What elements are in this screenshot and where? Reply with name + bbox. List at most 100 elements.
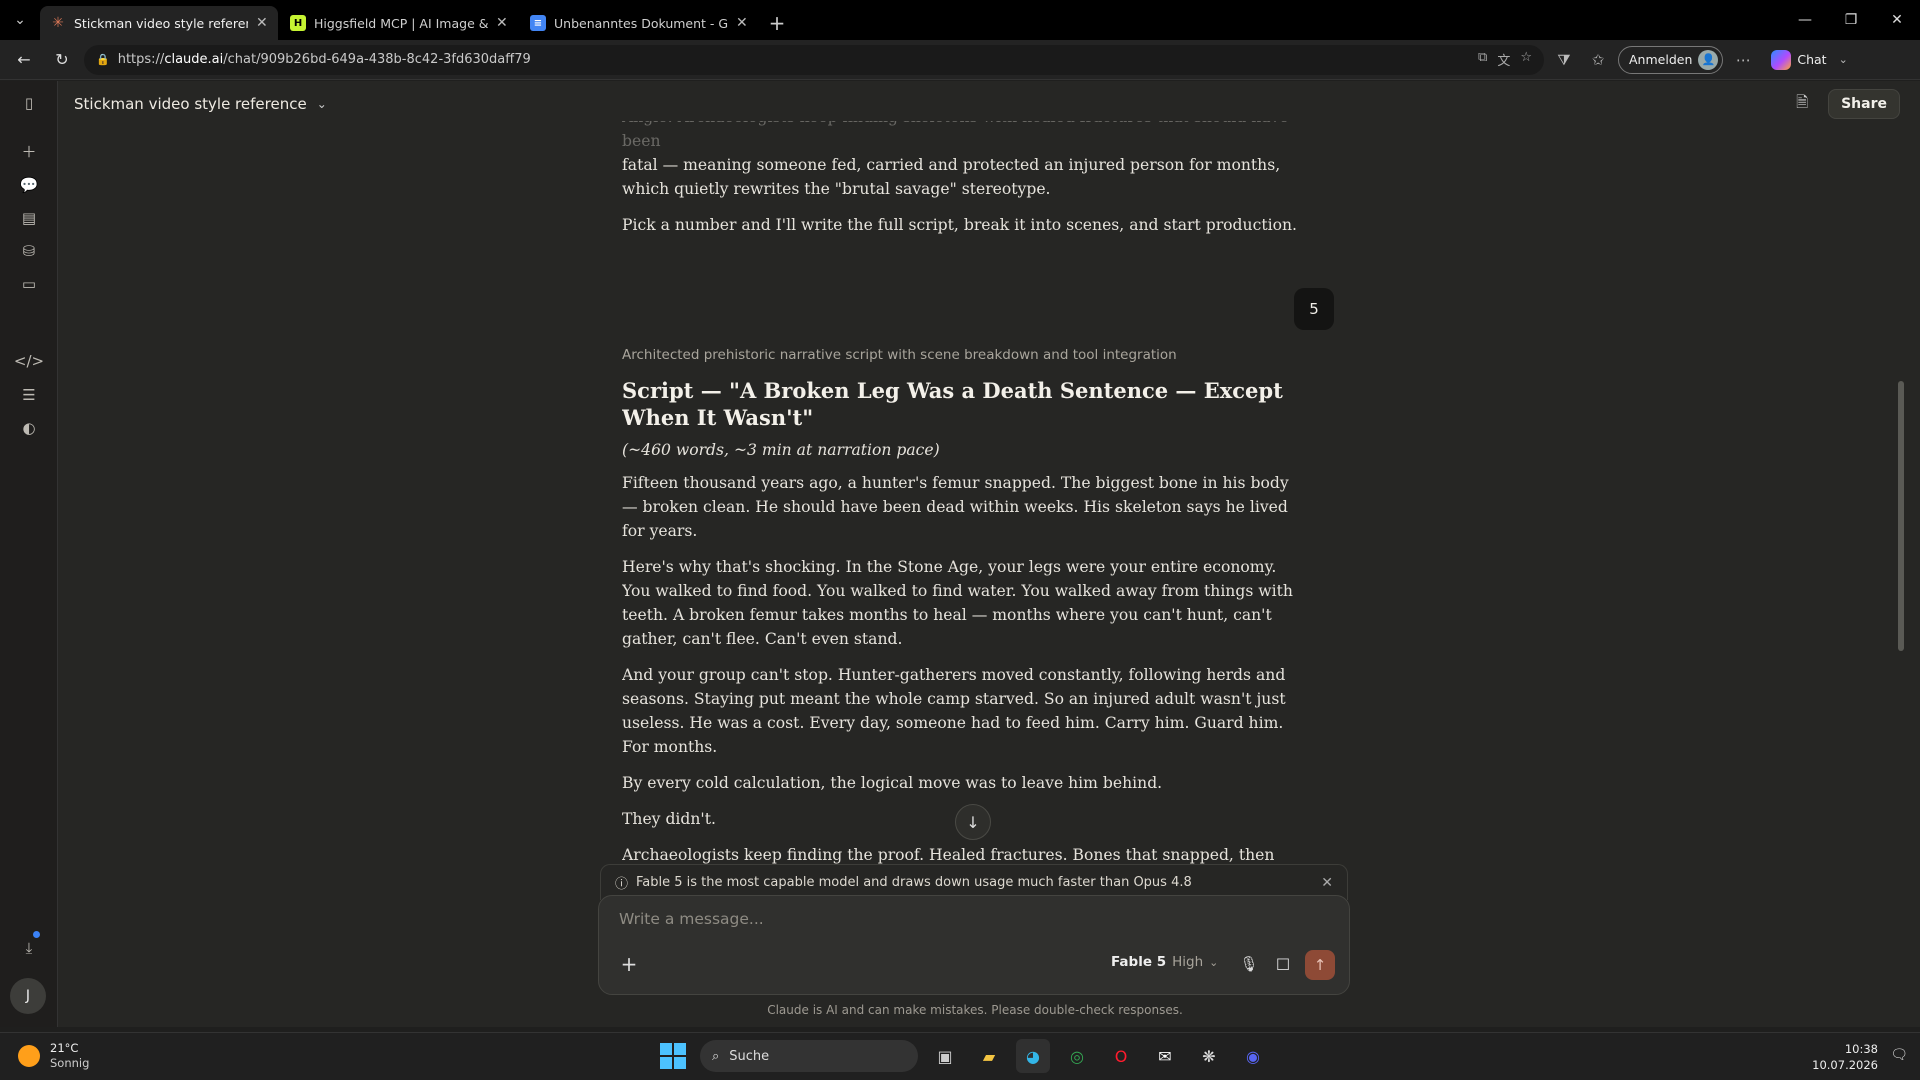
taskbar: 21°C Sonnig ⌕ Suche ▣ ▰ ◕ ◎ O ✉ ❋ ◉ 10:3… [0,1032,1920,1080]
share-button[interactable]: Share [1828,89,1900,119]
taskbar-apps: ⌕ Suche ▣ ▰ ◕ ◎ O ✉ ❋ ◉ [656,1039,1270,1073]
url-field[interactable]: 🔒 https://claude.ai/chat/909b26bd-649a-4… [84,44,1544,75]
chatgpt-icon[interactable]: ❋ [1192,1039,1226,1073]
assistant-text: Pick a number and I'll write the full sc… [622,216,1297,234]
claude-app: ▯ ＋ 💬 ▤ ⛁ ▭ </> ☰ ◐ ⤓ J Stickman video s… [0,81,1920,1027]
window-controls: — ❐ ✕ [1782,0,1920,40]
tab-title: Unbenanntes Dokument - Google [554,15,728,31]
chevron-down-icon: ⌄ [1838,53,1848,66]
projects-icon[interactable]: ▤ [17,206,41,230]
notice-text: Fable 5 is the most capable model and dr… [636,875,1192,890]
restore-icon[interactable]: ❐ [1828,0,1874,40]
sign-in-button[interactable]: Anmelden 👤 [1618,45,1724,74]
translate-icon[interactable]: 文 [1497,50,1510,69]
model-selector[interactable]: Fable 5 High ⌄ [1111,954,1218,970]
assistant-text: Angle: Archaeologists keep finding skele… [622,121,1289,150]
favorite-star-icon[interactable]: ☆ [1520,50,1532,69]
model-name: Fable 5 [1111,954,1167,970]
temperature: 21°C [50,1041,79,1055]
close-icon[interactable]: ✕ [496,15,508,31]
tab-title: Stickman video style reference - Cl [74,15,248,31]
chrome-icon[interactable]: ◎ [1060,1039,1094,1073]
minimize-icon[interactable]: — [1782,0,1828,40]
browser-tab-bar: ⌄ ✳ Stickman video style reference - Cl … [0,0,1920,40]
briefcase-icon[interactable]: ▭ [17,272,41,296]
scroll-to-bottom-button[interactable]: ↓ [955,804,991,840]
artifacts-icon[interactable]: ⛁ [17,239,41,263]
add-attachment-icon[interactable]: + [615,950,643,978]
tab-title: Higgsfield MCP | AI Image & Video [314,15,488,31]
opera-icon[interactable]: O [1104,1039,1138,1073]
tasks-list-icon[interactable]: ☰ [17,383,41,407]
higgsfield-favicon-icon: H [290,15,306,31]
time: 10:38 [1844,1042,1878,1056]
script-paragraph: Fifteen thousand years ago, a hunter's f… [622,474,1289,540]
download-icon[interactable]: ⤓ [17,936,41,960]
profile-avatar-icon: 👤 [1698,49,1719,70]
sun-icon [18,1045,40,1067]
file-explorer-icon[interactable]: ▰ [972,1039,1006,1073]
mail-app-icon[interactable]: ✉ [1148,1039,1182,1073]
task-view-icon[interactable]: ▣ [928,1039,962,1073]
message-composer: Write a message... + Fable 5 High ⌄ 🎙 ☐ … [598,895,1350,995]
reload-icon[interactable]: ↻ [46,44,78,76]
vertical-scrollbar[interactable] [1898,381,1904,651]
copilot-chat-button[interactable]: Chat ⌄ [1771,49,1848,70]
site-info-icon[interactable]: 🔒 [96,53,110,66]
sign-in-label: Anmelden [1629,52,1693,67]
thinking-summary[interactable]: Architected prehistoric narrative script… [622,347,1177,363]
message-input[interactable]: Write a message... [619,910,764,928]
disclaimer: Claude is AI and can make mistakes. Plea… [767,1003,1183,1017]
chats-icon[interactable]: 💬 [17,173,41,197]
chevron-down-icon: ⌄ [316,97,327,111]
favorites-icon[interactable]: ✩ [1584,46,1612,74]
close-window-icon[interactable]: ✕ [1874,0,1920,40]
chat-title-button[interactable]: Stickman video style reference ⌄ [74,95,327,113]
document-icon[interactable]: 🗎 [1790,92,1814,116]
weather-widget[interactable]: 21°C Sonnig [18,1041,89,1071]
start-button[interactable] [656,1039,690,1073]
sidebar-toggle-icon[interactable]: ▯ [17,91,41,115]
send-button[interactable]: ↑ [1305,950,1335,980]
url-actions: ⧉ 文 ☆ [1478,50,1532,69]
script-paragraph: Here's why that's shocking. In the Stone… [622,558,1293,648]
script-paragraph: And your group can't stop. Hunter-gather… [622,666,1286,756]
script-meta: (~460 words, ~3 min at narration pace) [622,441,940,459]
back-icon[interactable]: ← [8,44,40,76]
url-text: https://claude.ai/chat/909b26bd-649a-438… [117,52,531,67]
extensions-icon[interactable]: ⧩ [1550,46,1578,74]
new-chat-icon[interactable]: ＋ [17,139,41,163]
palette-icon[interactable]: ◐ [17,416,41,440]
header-actions: 🗎 Share [1790,89,1900,119]
clock[interactable]: 10:38 10.07.2026 [1812,1041,1878,1073]
new-tab-button[interactable]: + [760,6,794,40]
arrow-down-icon: ↓ [966,812,980,832]
discord-icon[interactable]: ◉ [1236,1039,1270,1073]
script-heading: Script — "A Broken Leg Was a Death Sente… [622,378,1283,430]
copilot-logo-icon [1771,49,1792,70]
voice-mode-icon[interactable]: ☐ [1269,950,1297,978]
weather-condition: Sonnig [50,1056,90,1070]
chevron-down-icon: ⌄ [14,12,26,28]
code-icon[interactable]: </> [14,349,44,373]
more-menu-icon[interactable]: ⋯ [1729,46,1757,74]
effort-level: High [1172,954,1204,970]
arrow-up-icon: ↑ [1313,956,1327,974]
chevron-down-icon: ⌄ [1209,955,1219,969]
tab-google-docs[interactable]: ≡ Unbenanntes Dokument - Google ✕ [520,6,758,40]
microphone-icon[interactable]: 🎙 [1235,950,1263,978]
user-message: 5 [1294,288,1334,330]
taskbar-search[interactable]: ⌕ Suche [700,1040,918,1072]
edge-icon[interactable]: ◕ [1016,1039,1050,1073]
notifications-icon[interactable]: 🗨 [1890,1047,1908,1063]
close-icon[interactable]: ✕ [1321,875,1333,891]
close-icon[interactable]: ✕ [256,15,268,31]
app-available-icon[interactable]: ⧉ [1478,50,1487,69]
tab-list-button[interactable]: ⌄ [0,0,40,40]
docs-favicon-icon: ≡ [530,15,546,31]
tab-higgsfield[interactable]: H Higgsfield MCP | AI Image & Video ✕ [280,6,518,40]
assistant-text: fatal — meaning someone fed, carried and… [622,156,1281,198]
notification-dot [33,931,40,938]
close-icon[interactable]: ✕ [736,15,748,31]
tab-claude[interactable]: ✳ Stickman video style reference - Cl ✕ [40,6,278,40]
